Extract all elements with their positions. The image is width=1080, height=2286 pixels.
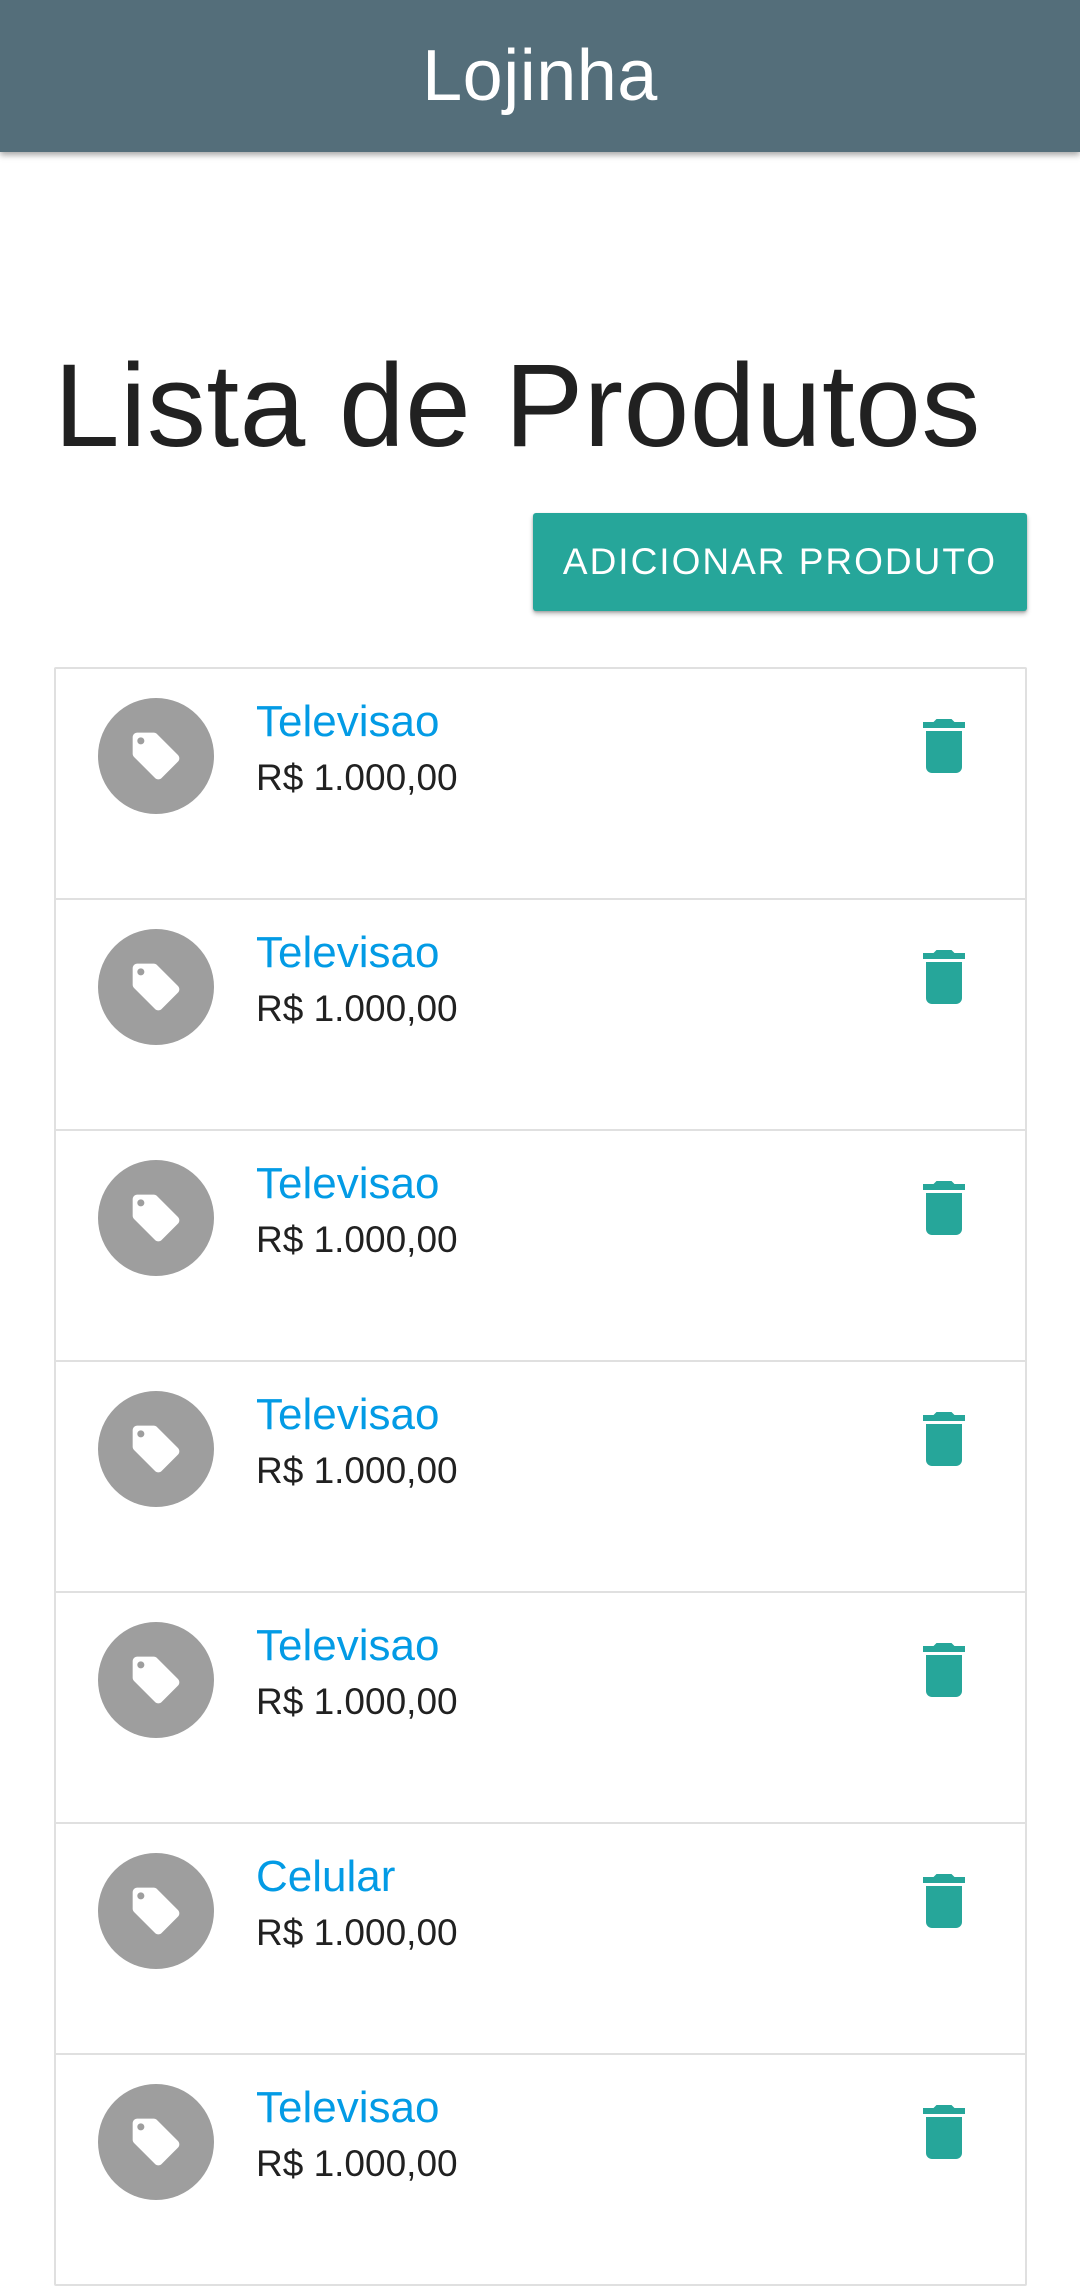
delete-icon[interactable] — [922, 1181, 966, 1235]
product-price: R$ 1.000,00 — [256, 1219, 458, 1260]
tag-icon — [98, 698, 214, 814]
list-item: Celular R$ 1.000,00 — [56, 1824, 1025, 2055]
delete-icon[interactable] — [922, 719, 966, 773]
product-name-link[interactable]: Televisao — [256, 1388, 439, 1442]
product-name-link[interactable]: Televisao — [256, 695, 439, 749]
delete-icon[interactable] — [922, 950, 966, 1004]
product-price: R$ 1.000,00 — [256, 1681, 458, 1722]
product-name-link[interactable]: Celular — [256, 1850, 395, 1904]
tag-icon — [98, 1853, 214, 1969]
app-title: Lojinha — [422, 36, 658, 116]
list-item: Televisao R$ 1.000,00 — [56, 1131, 1025, 1362]
tag-icon — [98, 1160, 214, 1276]
product-price: R$ 1.000,00 — [256, 2143, 458, 2184]
product-price: R$ 1.000,00 — [256, 757, 458, 798]
list-item: Televisao R$ 1.000,00 — [56, 1362, 1025, 1593]
list-item: Televisao R$ 1.000,00 — [56, 2055, 1025, 2286]
page-title: Lista de Produtos — [54, 340, 981, 472]
tag-icon — [98, 929, 214, 1045]
delete-icon[interactable] — [922, 1874, 966, 1928]
delete-icon[interactable] — [922, 2105, 966, 2159]
delete-icon[interactable] — [922, 1412, 966, 1466]
tag-icon — [98, 1391, 214, 1507]
product-price: R$ 1.000,00 — [256, 988, 458, 1029]
add-product-button[interactable]: ADICIONAR PRODUTO — [533, 513, 1027, 611]
tag-icon — [98, 1622, 214, 1738]
delete-icon[interactable] — [922, 1643, 966, 1697]
product-list: Televisao R$ 1.000,00 Televisao R$ 1.000… — [54, 667, 1027, 2286]
list-item: Televisao R$ 1.000,00 — [56, 669, 1025, 900]
product-name-link[interactable]: Televisao — [256, 1619, 439, 1673]
list-item: Televisao R$ 1.000,00 — [56, 900, 1025, 1131]
product-price: R$ 1.000,00 — [256, 1450, 458, 1491]
product-name-link[interactable]: Televisao — [256, 926, 439, 980]
app-bar: Lojinha — [0, 0, 1080, 152]
tag-icon — [98, 2084, 214, 2200]
list-item: Televisao R$ 1.000,00 — [56, 1593, 1025, 1824]
product-name-link[interactable]: Televisao — [256, 1157, 439, 1211]
product-price: R$ 1.000,00 — [256, 1912, 458, 1953]
product-name-link[interactable]: Televisao — [256, 2081, 439, 2135]
